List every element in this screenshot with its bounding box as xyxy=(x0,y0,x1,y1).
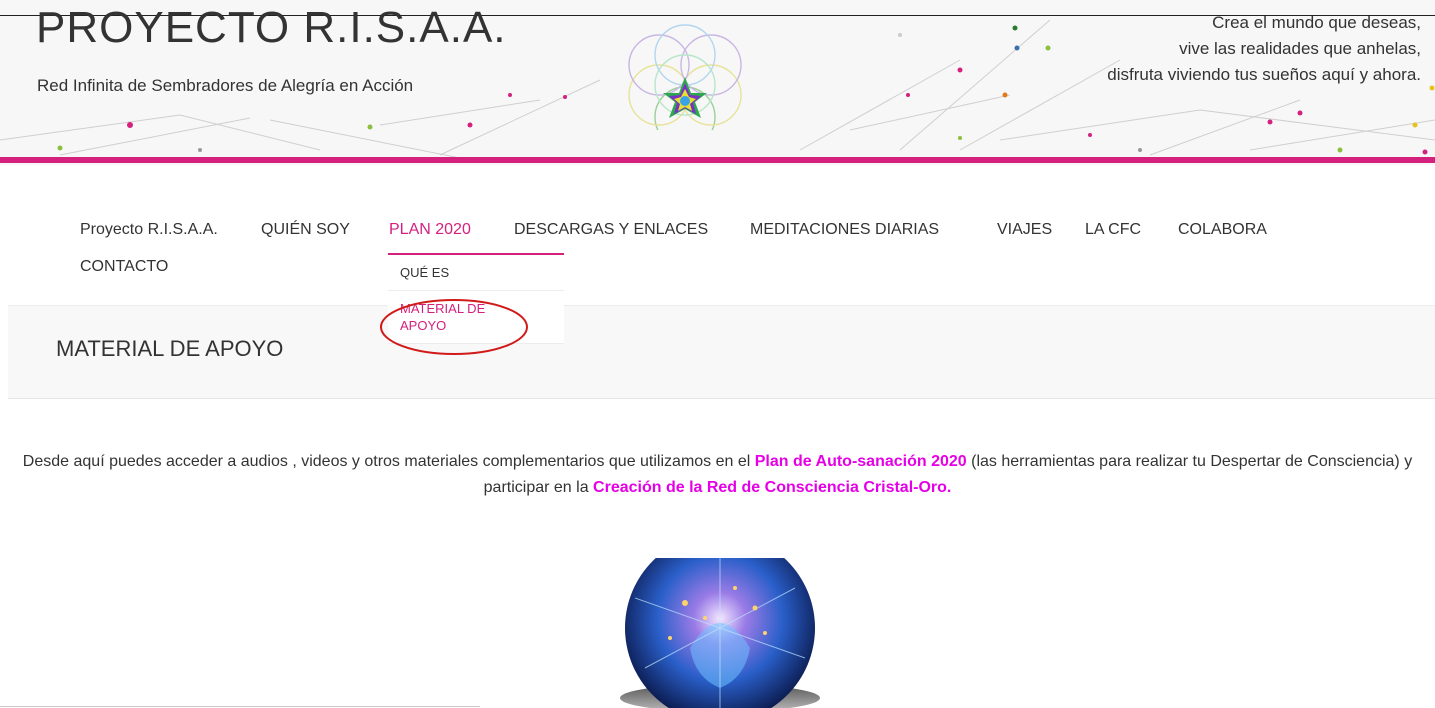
risaa-flower-logo xyxy=(628,24,742,130)
site-title[interactable]: PROYECTO R.I.S.A.A. xyxy=(36,4,507,52)
nav-item-contacto[interactable]: CONTACTO xyxy=(80,256,168,278)
nav-item-plan-2020[interactable]: PLAN 2020 xyxy=(389,219,471,241)
plan-auto-sanacion-link[interactable]: Plan de Auto-sanación 2020 xyxy=(755,453,967,470)
header-slogan: Crea el mundo que deseas, vive las reali… xyxy=(1107,10,1421,88)
nav-item-quien-soy[interactable]: QUIÉN SOY xyxy=(261,219,350,241)
intro-text: Desde aquí puedes acceder a audios , vid… xyxy=(22,453,755,470)
nav-item-proyecto[interactable]: Proyecto R.I.S.A.A. xyxy=(80,219,218,241)
nav-item-la-cfc[interactable]: LA CFC xyxy=(1085,219,1141,241)
slogan-line: vive las realidades que anhelas, xyxy=(1179,39,1421,58)
nav-item-colabora[interactable]: COLABORA xyxy=(1178,219,1267,241)
site-tagline: Red Infinita de Sembradores de Alegría e… xyxy=(37,76,414,95)
nav-item-meditaciones[interactable]: MEDITACIONES DIARIAS xyxy=(750,219,939,241)
footer-divider xyxy=(0,706,480,707)
header-accent-bar xyxy=(0,157,1435,163)
slogan-line: disfruta viviendo tus sueños aquí y ahor… xyxy=(1107,65,1421,84)
dropdown-item-que-es[interactable]: QUÉ ES xyxy=(388,255,564,291)
site-header: PROYECTO R.I.S.A.A. Red Infinita de Semb… xyxy=(0,0,1435,165)
consciousness-brain-image xyxy=(620,558,820,708)
page-title: MATERIAL DE APOYO xyxy=(56,336,284,361)
red-consciencia-link[interactable]: Creación de la Red de Consciencia Crista… xyxy=(593,479,951,496)
intro-paragraph: Desde aquí puedes acceder a audios , vid… xyxy=(0,449,1435,501)
slogan-line: Crea el mundo que deseas, xyxy=(1212,13,1421,32)
red-highlight-oval xyxy=(380,299,528,355)
nav-item-viajes[interactable]: VIAJES xyxy=(997,219,1052,241)
nav-item-descargas[interactable]: DESCARGAS Y ENLACES xyxy=(514,219,708,241)
